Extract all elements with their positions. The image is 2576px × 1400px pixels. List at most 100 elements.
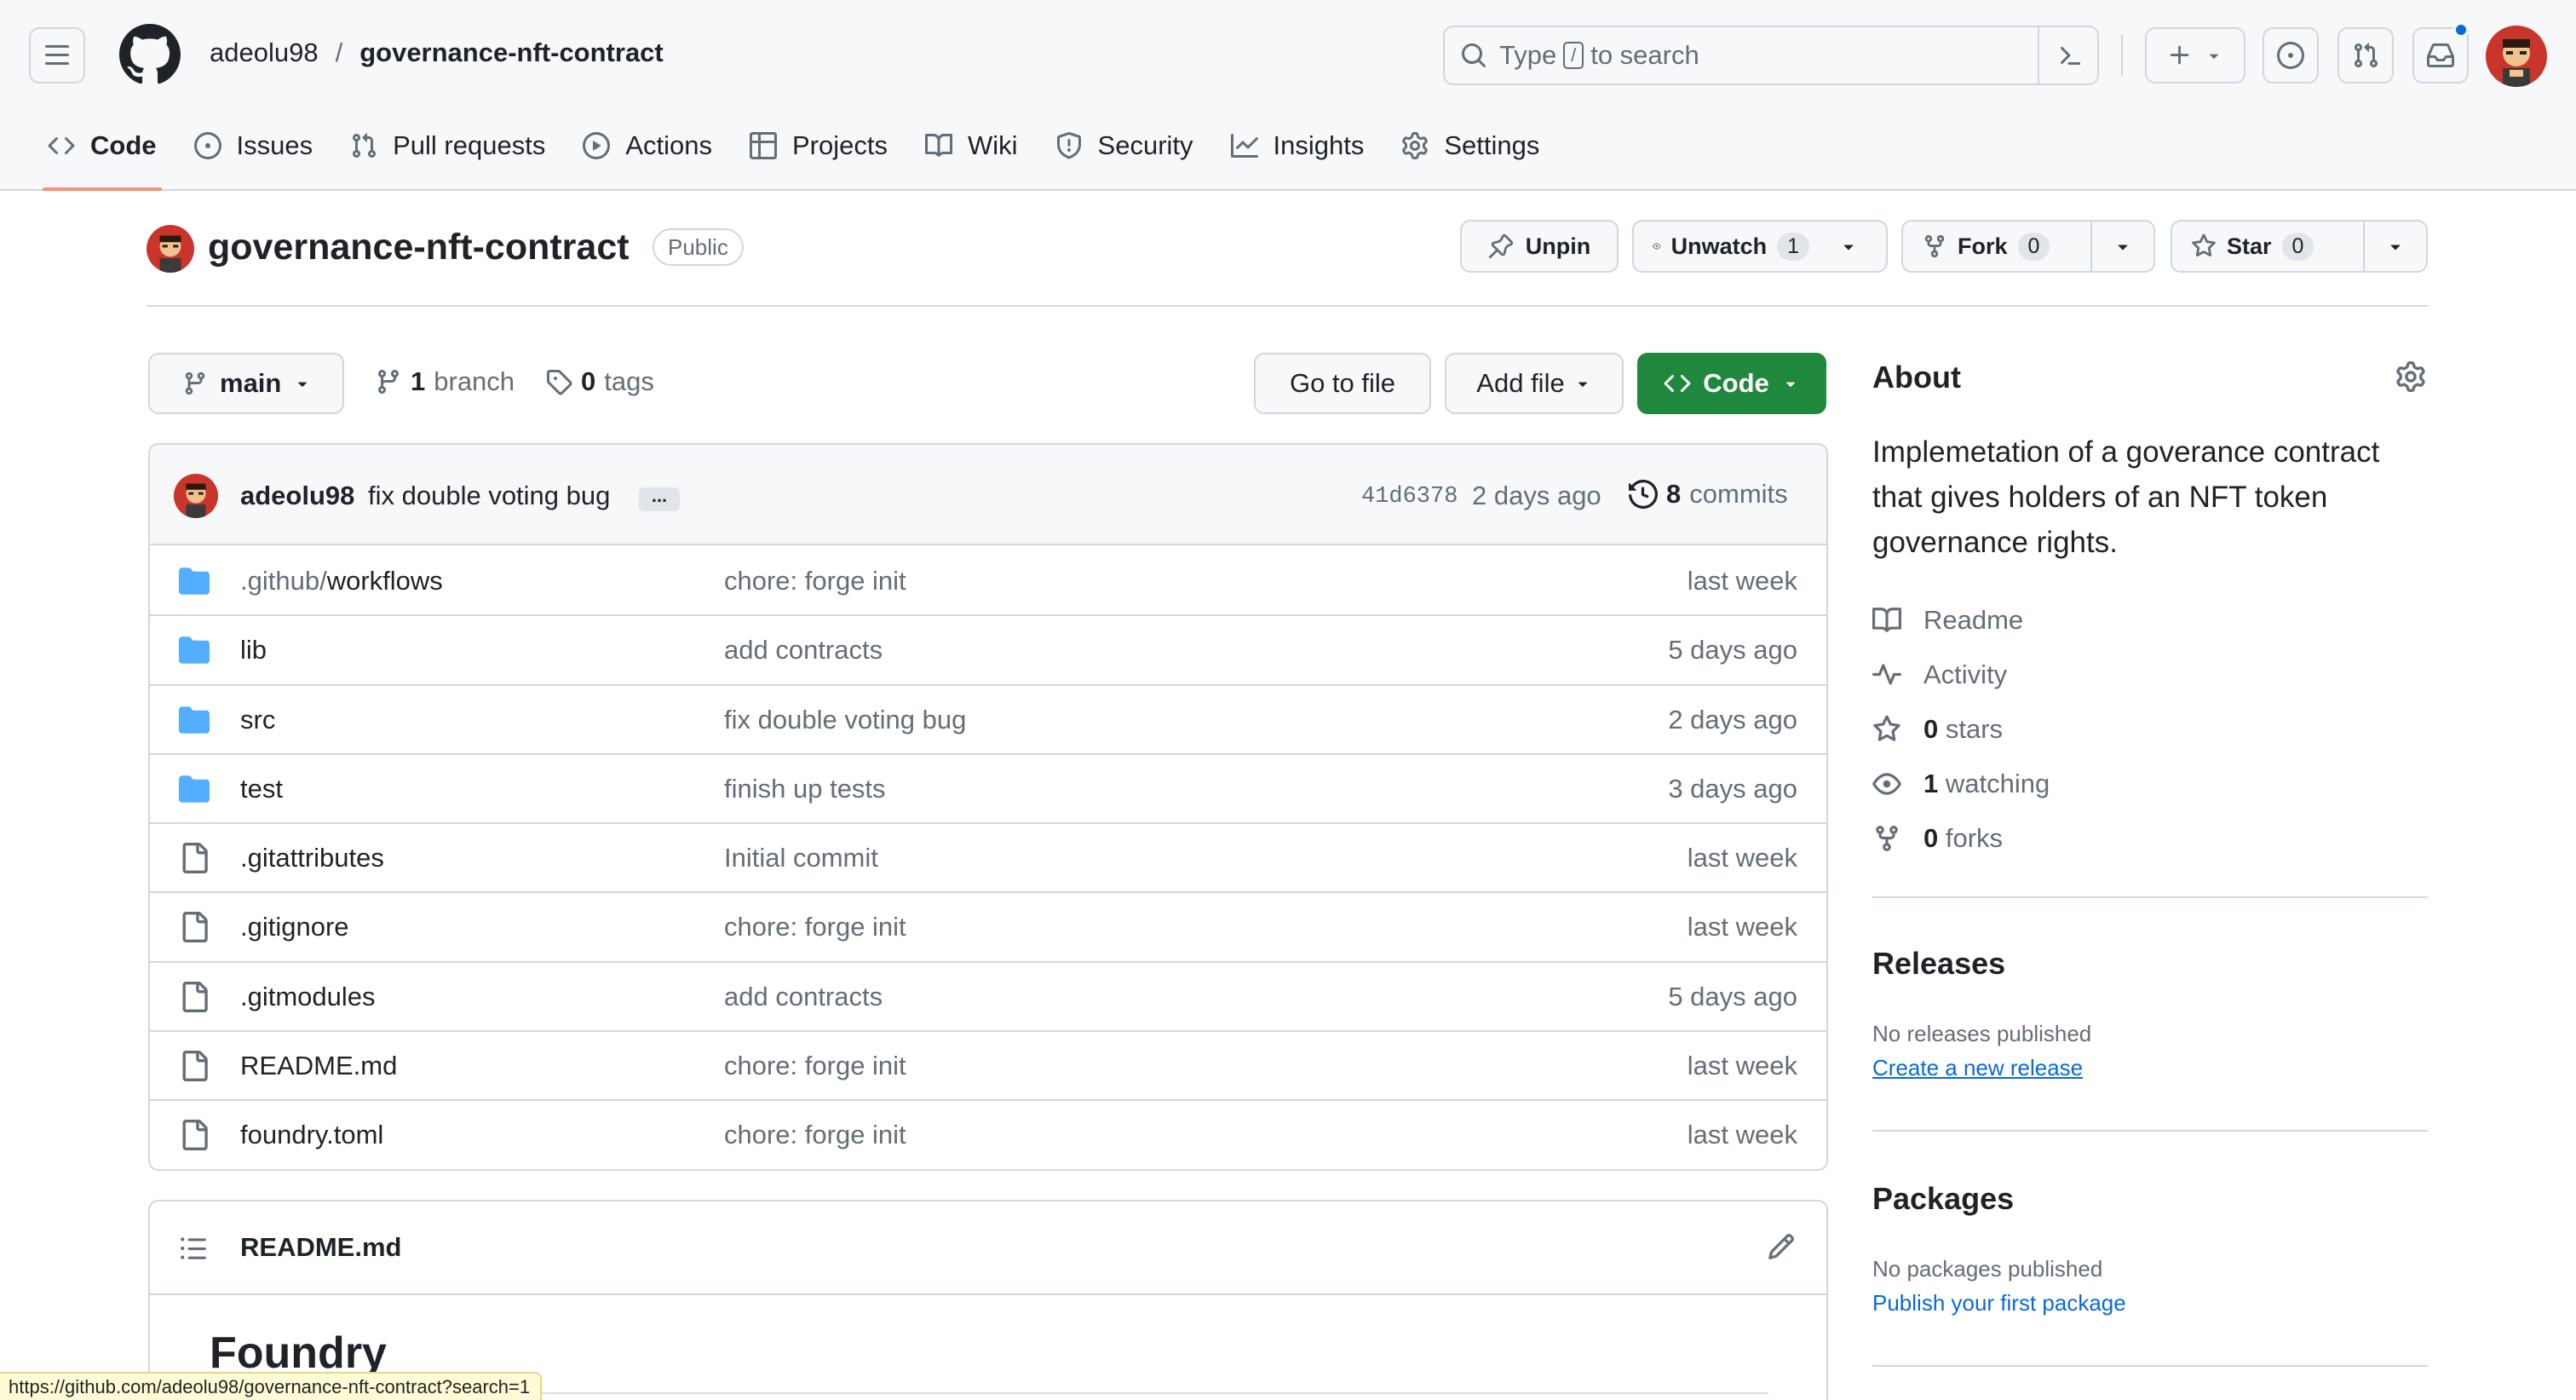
tab-label: Projects xyxy=(792,130,888,160)
tab-projects[interactable]: Projects xyxy=(731,116,906,176)
file-name-link[interactable]: .github/workflows xyxy=(240,566,443,596)
list-unordered-icon[interactable] xyxy=(179,1234,208,1263)
tab-security[interactable]: Security xyxy=(1037,116,1212,176)
add-file-button[interactable]: Add file xyxy=(1445,353,1624,414)
file-commit-message-link[interactable]: chore: forge init xyxy=(724,1120,906,1150)
tab-code[interactable]: Code xyxy=(29,116,175,191)
tab-insights[interactable]: Insights xyxy=(1212,116,1383,176)
owner-avatar[interactable] xyxy=(147,225,194,273)
repo-title[interactable]: governance-nft-contract xyxy=(208,227,630,268)
file-row[interactable]: test finish up tests 3 days ago xyxy=(150,755,1826,825)
file-commit-message-link[interactable]: chore: forge init xyxy=(724,566,906,596)
code-button[interactable]: Code xyxy=(1637,353,1826,414)
user-avatar[interactable] xyxy=(2486,26,2547,87)
file-row[interactable]: .github/workflows chore: forge init last w… xyxy=(150,547,1826,617)
file-commit-time: 5 days ago xyxy=(1668,981,1797,1011)
file-path-prefix: .github/ xyxy=(240,566,327,596)
breadcrumb-separator: / xyxy=(335,37,343,67)
file-name-link[interactable]: src xyxy=(240,705,275,735)
folder-icon xyxy=(179,705,210,735)
commit-expand-button[interactable]: ... xyxy=(639,487,680,511)
about-title: About xyxy=(1872,360,1961,395)
gear-icon[interactable] xyxy=(2395,361,2426,392)
file-name-link[interactable]: .gitattributes xyxy=(240,843,384,873)
add-file-label: Add file xyxy=(1476,368,1565,398)
file-commit-message-link[interactable]: Initial commit xyxy=(724,843,878,873)
command-palette-button[interactable] xyxy=(2038,27,2097,84)
file-row[interactable]: src fix double voting bug 2 days ago xyxy=(150,686,1826,755)
readme-link[interactable]: Readme xyxy=(1872,593,2050,648)
unwatch-button[interactable]: Unwatch 1 xyxy=(1632,220,1888,273)
file-name-link[interactable]: .gitignore xyxy=(240,912,349,942)
tags-link[interactable]: 0 tags xyxy=(545,366,654,397)
activity-link[interactable]: Activity xyxy=(1872,648,2050,702)
star-dropdown[interactable] xyxy=(2363,222,2426,271)
readme-link-label: Readme xyxy=(1923,605,2024,635)
file-name-link[interactable]: test xyxy=(240,774,283,804)
activity-link-label: Activity xyxy=(1923,660,2008,689)
stars-link[interactable]: 0 stars xyxy=(1872,702,2050,757)
menu-button[interactable] xyxy=(29,27,85,84)
tab-issues[interactable]: Issues xyxy=(175,116,332,176)
star-button[interactable]: Star 0 xyxy=(2171,220,2428,273)
fork-dropdown[interactable] xyxy=(2090,222,2153,271)
tab-settings[interactable]: Settings xyxy=(1383,116,1558,176)
pencil-icon[interactable] xyxy=(1767,1232,1796,1261)
file-name-link[interactable]: lib xyxy=(240,635,267,665)
file-name-link[interactable]: README.md xyxy=(240,1051,397,1081)
file-commit-message-link[interactable]: add contracts xyxy=(724,982,883,1012)
git-branch-icon xyxy=(377,370,399,395)
watching-link[interactable]: 1 watching xyxy=(1872,757,2050,811)
github-logo-icon[interactable] xyxy=(119,24,181,85)
file-row[interactable]: .gitattributes Initial commit last week xyxy=(150,824,1826,894)
file-row[interactable]: .gitignore chore: forge init last week xyxy=(150,893,1826,963)
watching-count: 1 xyxy=(1923,769,1939,798)
file-row[interactable]: lib add contracts 5 days ago xyxy=(150,616,1826,686)
fork-button[interactable]: Fork 0 xyxy=(1901,220,2155,273)
about-description: Implemetation of a goverance contract th… xyxy=(1872,435,2380,559)
tab-pull-requests[interactable]: Pull requests xyxy=(331,116,564,176)
releases-empty-text: No releases published xyxy=(1872,1021,2092,1046)
commit-author-link[interactable]: adeolu98 xyxy=(240,481,354,511)
commit-hash-link[interactable]: 41d6378 xyxy=(1361,484,1458,510)
unpin-button[interactable]: Unpin xyxy=(1460,220,1619,273)
file-commit-message-link[interactable]: finish up tests xyxy=(724,774,886,804)
file-row[interactable]: .gitmodules add contracts 5 days ago xyxy=(150,963,1826,1033)
terminal-icon xyxy=(2061,47,2080,65)
file-name-link[interactable]: foundry.toml xyxy=(240,1120,383,1150)
your-pull-requests-button[interactable] xyxy=(2337,27,2394,84)
releases-title[interactable]: Releases xyxy=(1872,946,2005,982)
publish-package-link[interactable]: Publish your first package xyxy=(1872,1290,2126,1316)
breadcrumb-repo-link[interactable]: governance-nft-contract xyxy=(359,37,664,68)
file-icon xyxy=(182,1120,208,1151)
file-name-link[interactable]: .gitmodules xyxy=(240,982,376,1012)
file-name: .gitmodules xyxy=(240,981,376,1011)
branch-selector[interactable]: main xyxy=(148,353,344,414)
your-issues-button[interactable] xyxy=(2263,27,2319,84)
commit-message-link[interactable]: fix double voting bug xyxy=(368,481,610,511)
fork-label: Fork xyxy=(1958,233,2008,259)
file-row[interactable]: foundry.toml chore: forge init last week xyxy=(150,1101,1826,1169)
create-new-button[interactable] xyxy=(2145,27,2245,84)
tab-wiki[interactable]: Wiki xyxy=(906,116,1037,176)
table-icon xyxy=(750,132,777,159)
create-release-link[interactable]: Create a new release xyxy=(1872,1055,2083,1081)
file-commit-message-link[interactable]: chore: forge init xyxy=(724,1051,906,1081)
commits-link[interactable]: 8 commits xyxy=(1629,479,1788,510)
breadcrumb-owner-link[interactable]: adeolu98 xyxy=(210,37,319,68)
search-input[interactable]: Type / to search xyxy=(1443,26,2099,85)
file-row[interactable]: README.md chore: forge init last week xyxy=(150,1032,1826,1102)
commit-author-avatar[interactable] xyxy=(174,474,218,518)
folder-icon xyxy=(179,566,210,596)
play-icon xyxy=(583,132,611,159)
file-commit-message-link[interactable]: chore: forge init xyxy=(724,912,906,942)
readme-filename-link[interactable]: README.md xyxy=(240,1232,401,1263)
tab-actions[interactable]: Actions xyxy=(564,116,731,176)
file-commit-message-link[interactable]: add contracts xyxy=(724,635,883,665)
forks-link[interactable]: 0 forks xyxy=(1872,811,2050,866)
go-to-file-button[interactable]: Go to file xyxy=(1254,353,1431,414)
file-commit-message-link[interactable]: fix double voting bug xyxy=(724,705,966,735)
tab-label: Settings xyxy=(1444,130,1540,160)
packages-title[interactable]: Packages xyxy=(1872,1181,2014,1217)
branches-link[interactable]: 1 branch xyxy=(375,366,515,397)
